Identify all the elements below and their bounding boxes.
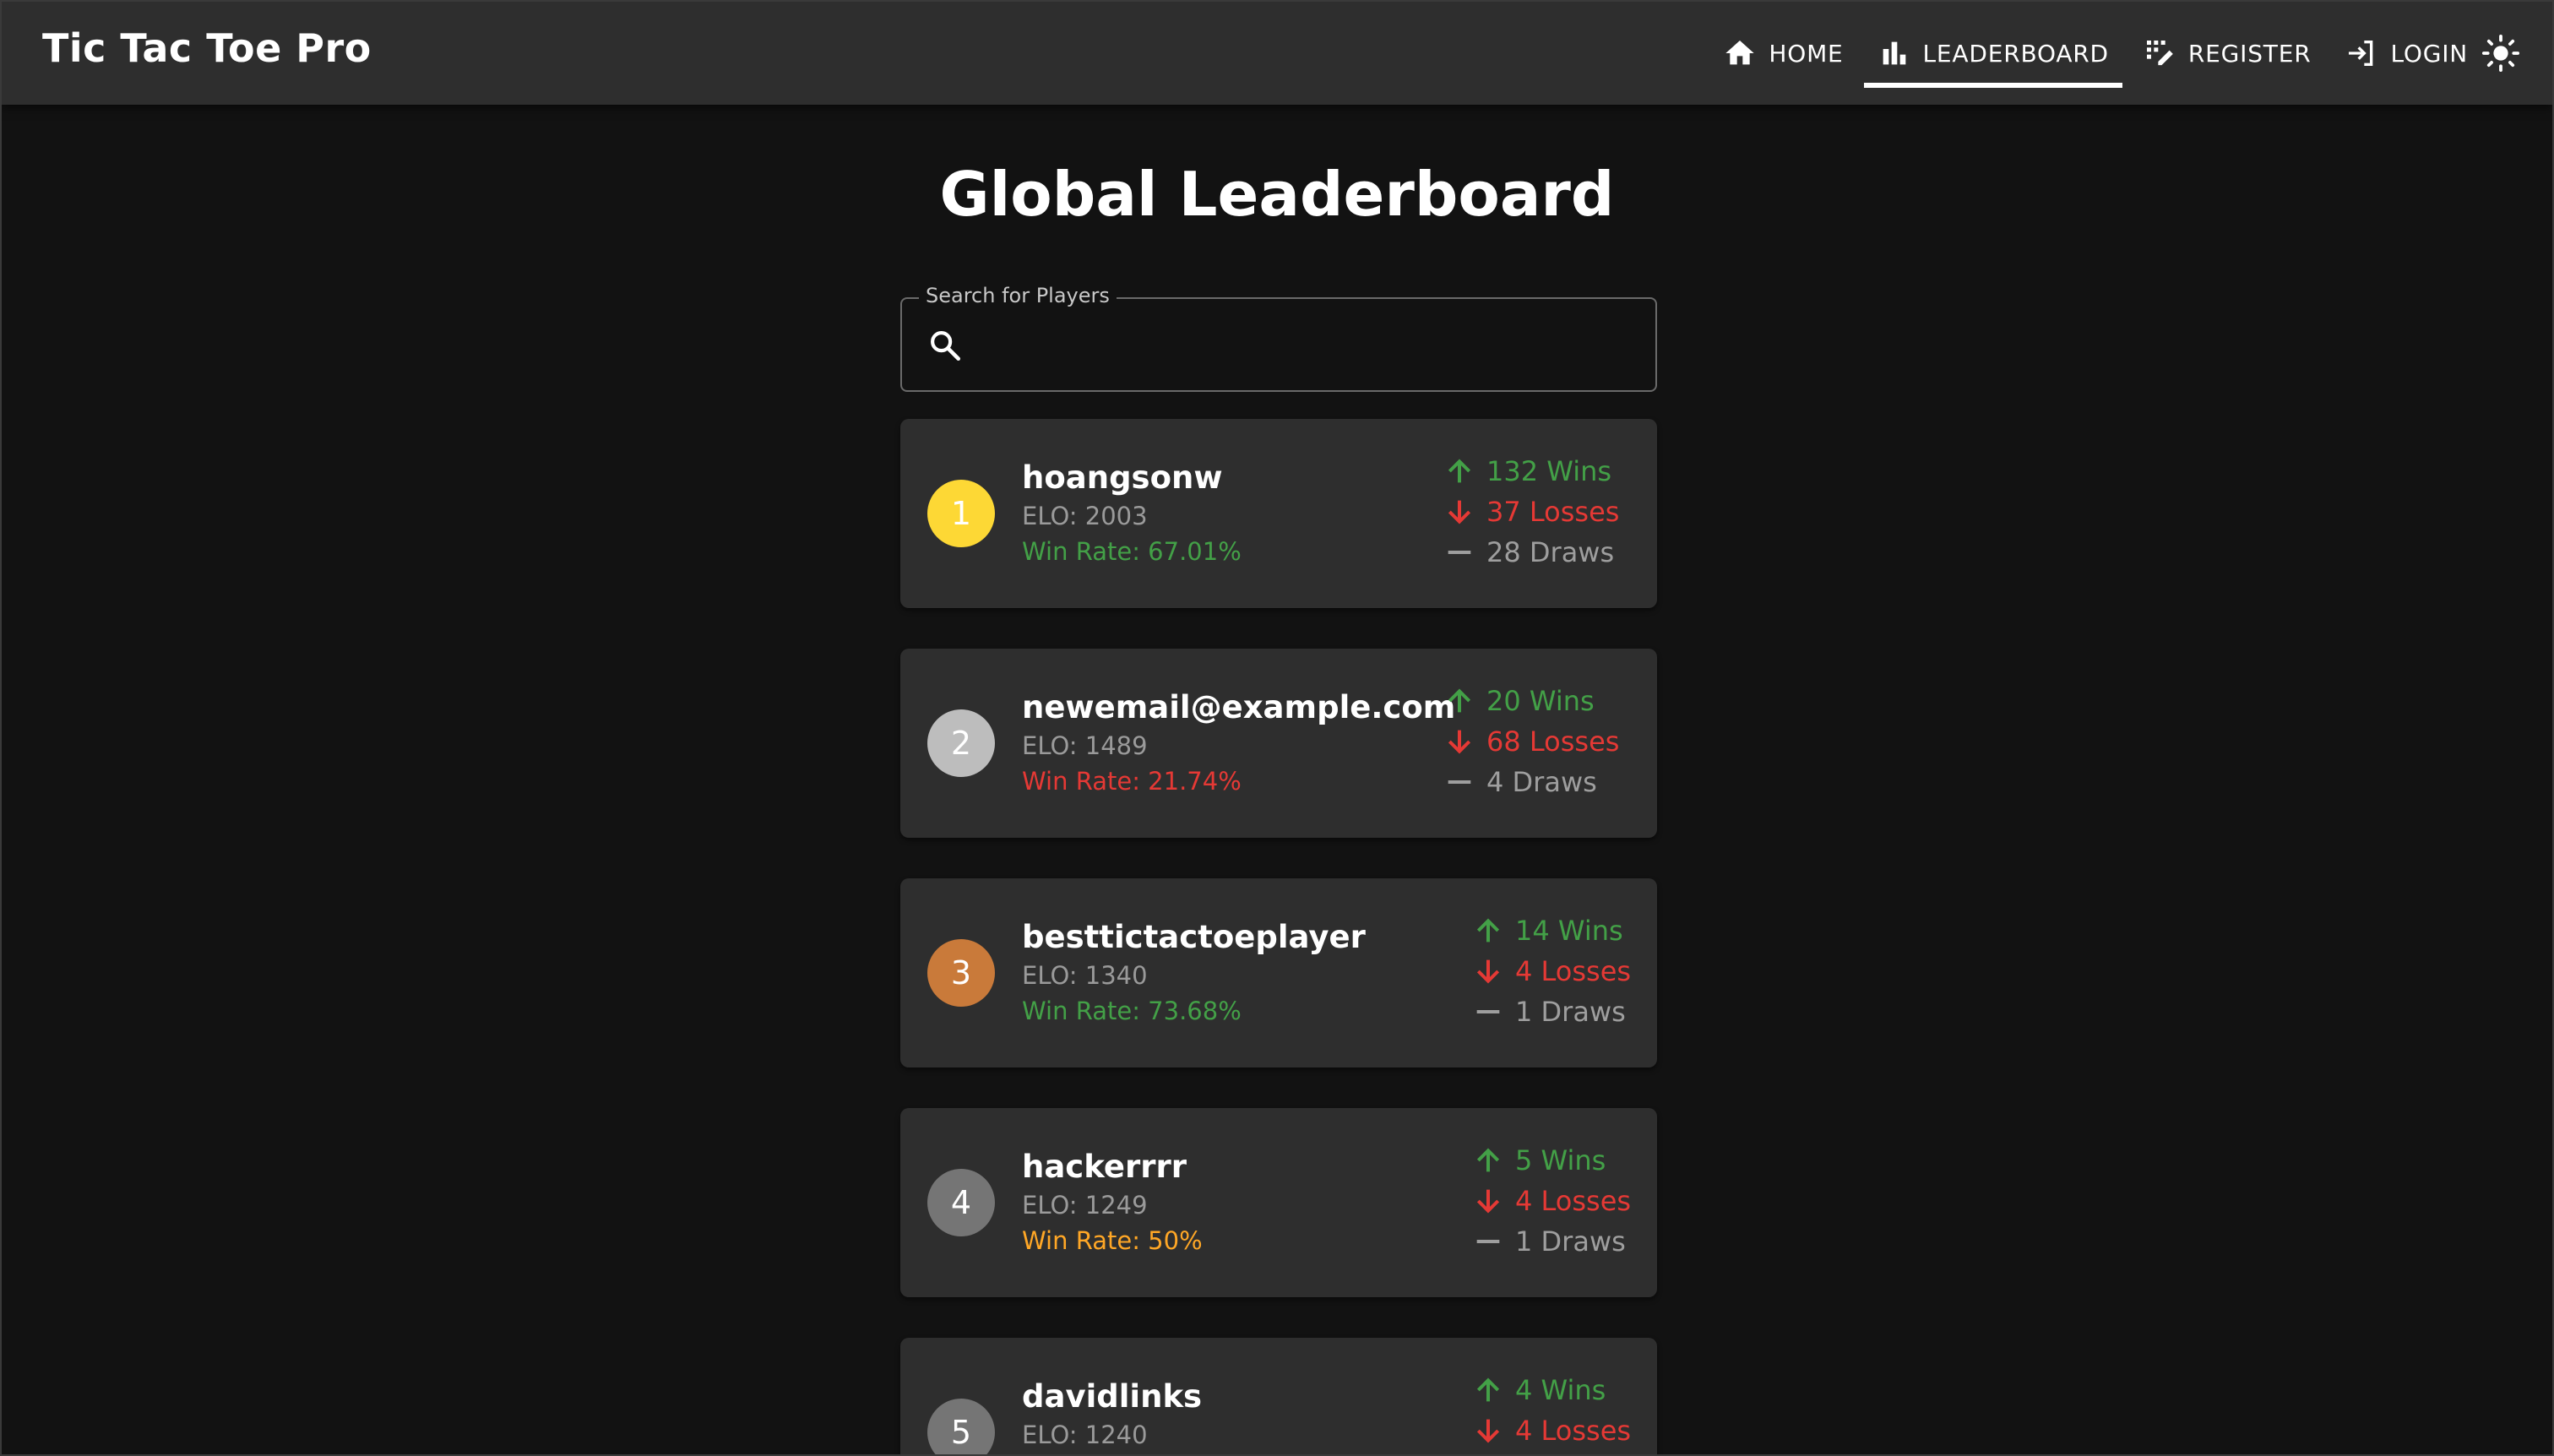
player-name: davidlinks xyxy=(1022,1378,1203,1415)
player-name: besttictactoeplayer xyxy=(1022,919,1366,955)
rank-badge: 2 xyxy=(927,709,995,777)
nav-register-label: REGISTER xyxy=(2187,39,2312,68)
losses-count: 4 Losses xyxy=(1515,1185,1632,1217)
home-icon xyxy=(1725,41,1755,65)
dash-icon xyxy=(1476,1240,1500,1243)
nav-login-label: LOGIN xyxy=(2390,39,2468,68)
nav-leaderboard[interactable]: LEADERBOARD xyxy=(1863,2,2123,105)
player-elo: ELO: 1240 xyxy=(1022,1421,1148,1449)
wins-stat: 5 Wins xyxy=(1471,1140,1628,1181)
bar-chart-icon xyxy=(1883,41,1905,65)
player-elo: ELO: 1249 xyxy=(1022,1191,1148,1220)
player-elo: ELO: 1489 xyxy=(1022,731,1148,760)
wins-count: 4 Wins xyxy=(1515,1374,1606,1406)
player-stats: 132 Wins 37 Losses 28 Draws xyxy=(1443,451,1628,573)
rank-badge: 5 xyxy=(927,1399,995,1454)
player-card[interactable]: 3 besttictactoeplayer ELO: 1340 Win Rate… xyxy=(900,878,1657,1068)
player-card[interactable]: 4 hackerrrr ELO: 1249 Win Rate: 50% 5 Wi… xyxy=(900,1108,1657,1297)
search-label: Search for Players xyxy=(919,284,1117,307)
losses-count: 4 Losses xyxy=(1515,1415,1632,1447)
losses-stat: 37 Losses xyxy=(1443,492,1628,532)
draws-stat: 1 Draws xyxy=(1471,991,1628,1032)
arrow-up-icon xyxy=(1448,688,1471,713)
draws-count: 1 Draws xyxy=(1515,996,1626,1028)
player-stats: 20 Wins 68 Losses 4 Draws xyxy=(1443,681,1628,802)
draws-count: 1 Draws xyxy=(1515,1225,1626,1258)
arrow-down-icon xyxy=(1476,1189,1500,1214)
app-window: Tic Tac Toe Pro HOME LEADERBOARD REGISTE… xyxy=(0,0,2554,1456)
dash-icon xyxy=(1448,780,1471,784)
main-nav: HOME LEADERBOARD REGISTER LOGIN xyxy=(1703,2,2481,105)
arrow-down-icon xyxy=(1476,1419,1500,1443)
player-name: hackerrrr xyxy=(1022,1149,1187,1185)
player-card[interactable]: 2 newemail@example.com ELO: 1489 Win Rat… xyxy=(900,649,1657,838)
player-elo: ELO: 2003 xyxy=(1022,502,1148,530)
losses-stat: 68 Losses xyxy=(1443,721,1628,762)
top-app-bar: Tic Tac Toe Pro HOME LEADERBOARD REGISTE… xyxy=(2,2,2552,105)
rank-badge: 1 xyxy=(927,480,995,547)
player-name: hoangsonw xyxy=(1022,459,1223,496)
nav-login[interactable]: LOGIN xyxy=(2331,2,2481,105)
dash-icon xyxy=(1448,551,1471,554)
player-win-rate: Win Rate: 50% xyxy=(1022,1226,1203,1255)
arrow-down-icon xyxy=(1476,959,1500,984)
losses-count: 4 Losses xyxy=(1515,955,1632,987)
player-card[interactable]: 1 hoangsonw ELO: 2003 Win Rate: 67.01% 1… xyxy=(900,419,1657,608)
wins-count: 5 Wins xyxy=(1515,1144,1606,1176)
player-stats: 5 Wins 4 Losses 1 Draws xyxy=(1471,1140,1632,1262)
wins-count: 14 Wins xyxy=(1515,915,1623,947)
draws-count: 28 Draws xyxy=(1486,536,1615,568)
losses-count: 68 Losses xyxy=(1486,725,1620,758)
losses-count: 37 Losses xyxy=(1486,496,1620,528)
page-title: Global Leaderboard xyxy=(939,159,1615,230)
player-win-rate: Win Rate: 67.01% xyxy=(1022,537,1242,566)
draws-stat: 1 Draws xyxy=(1471,1221,1628,1262)
player-stats: 4 Wins 4 Losses xyxy=(1471,1370,1632,1451)
losses-stat: 4 Losses xyxy=(1471,1181,1632,1221)
draws-count: 4 Draws xyxy=(1486,766,1597,798)
register-icon xyxy=(2146,41,2173,66)
sun-icon[interactable] xyxy=(2481,34,2520,73)
login-icon xyxy=(2349,41,2373,66)
nav-leaderboard-label: LEADERBOARD xyxy=(1922,39,2109,68)
arrow-down-icon xyxy=(1448,730,1471,754)
arrow-up-icon xyxy=(1476,1148,1500,1172)
arrow-down-icon xyxy=(1448,500,1471,524)
arrow-up-icon xyxy=(1476,1377,1500,1402)
arrow-up-icon xyxy=(1448,459,1471,483)
dash-icon xyxy=(1476,1010,1500,1013)
wins-count: 20 Wins xyxy=(1486,685,1595,717)
player-elo: ELO: 1340 xyxy=(1022,961,1148,990)
player-win-rate: Win Rate: 73.68% xyxy=(1022,997,1242,1025)
search-input[interactable] xyxy=(983,316,1628,375)
arrow-up-icon xyxy=(1476,918,1500,943)
rank-badge: 3 xyxy=(927,939,995,1007)
player-stats: 14 Wins 4 Losses 1 Draws xyxy=(1471,910,1632,1032)
player-search-field[interactable]: Search for Players xyxy=(900,284,1657,392)
wins-stat: 132 Wins xyxy=(1443,451,1628,492)
search-icon xyxy=(931,331,961,361)
wins-stat: 4 Wins xyxy=(1471,1370,1628,1410)
rank-badge: 4 xyxy=(927,1169,995,1236)
wins-stat: 20 Wins xyxy=(1443,681,1628,721)
app-title[interactable]: Tic Tac Toe Pro xyxy=(42,25,372,71)
draws-stat: 28 Draws xyxy=(1443,532,1628,573)
player-card[interactable]: 5 davidlinks ELO: 1240 4 Wins 4 Losses xyxy=(900,1338,1657,1454)
player-name: newemail@example.com xyxy=(1022,689,1456,725)
losses-stat: 4 Losses xyxy=(1471,951,1632,991)
wins-stat: 14 Wins xyxy=(1471,910,1628,951)
wins-count: 132 Wins xyxy=(1486,455,1612,487)
nav-register[interactable]: REGISTER xyxy=(2129,2,2325,105)
player-win-rate: Win Rate: 21.74% xyxy=(1022,767,1242,796)
nav-home-label: HOME xyxy=(1769,39,1844,68)
losses-stat: 4 Losses xyxy=(1471,1410,1632,1451)
draws-stat: 4 Draws xyxy=(1443,762,1628,802)
nav-home[interactable]: HOME xyxy=(1709,2,1856,105)
